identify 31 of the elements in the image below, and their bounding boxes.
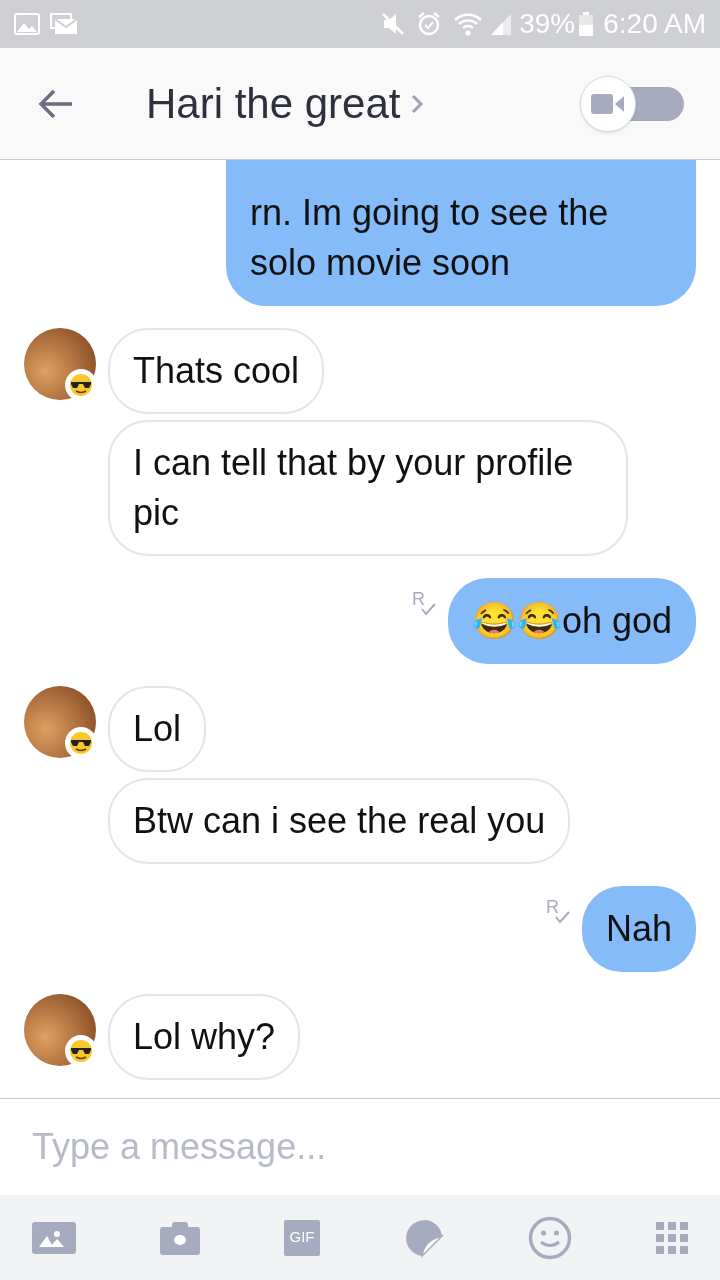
camera-icon xyxy=(160,1220,200,1255)
mail-icon xyxy=(50,13,78,35)
read-receipt: R xyxy=(411,589,425,609)
battery-icon xyxy=(579,12,594,36)
smiley-icon xyxy=(528,1215,572,1260)
signal-icon xyxy=(489,12,514,36)
read-receipt: R xyxy=(545,897,559,917)
message-bubble: Lol xyxy=(108,686,207,772)
message-bubble: Thats cool xyxy=(108,328,325,414)
image-icon xyxy=(32,1221,76,1254)
emoji-button[interactable] xyxy=(528,1215,572,1260)
message-bubble: I can tell that by your profile pic xyxy=(108,420,628,556)
alarm-icon xyxy=(417,11,442,37)
message-bubble: Btw can i see the real you xyxy=(108,778,571,864)
message-bubble: Nah xyxy=(581,886,696,972)
more-apps-button[interactable] xyxy=(656,1221,688,1254)
grid-icon xyxy=(656,1221,688,1254)
contact-name[interactable]: Hari the great xyxy=(146,72,401,135)
message-bubble: Lol why? xyxy=(108,994,301,1080)
back-arrow-icon xyxy=(38,87,74,120)
wifi-icon xyxy=(453,12,484,36)
sticker-icon xyxy=(404,1217,444,1258)
gallery-button[interactable] xyxy=(32,1221,76,1254)
camera-button[interactable] xyxy=(160,1220,200,1255)
gallery-icon xyxy=(14,13,40,35)
video-camera-icon xyxy=(591,93,625,114)
message-input-field[interactable]: Type a message... xyxy=(32,1120,688,1174)
message-bubble: 😂😂oh god xyxy=(447,578,696,664)
sticker-button[interactable] xyxy=(404,1217,444,1258)
chevron-right-icon xyxy=(410,92,425,115)
message-bubble: rn. Im going to see the solo movie soon xyxy=(226,160,696,306)
